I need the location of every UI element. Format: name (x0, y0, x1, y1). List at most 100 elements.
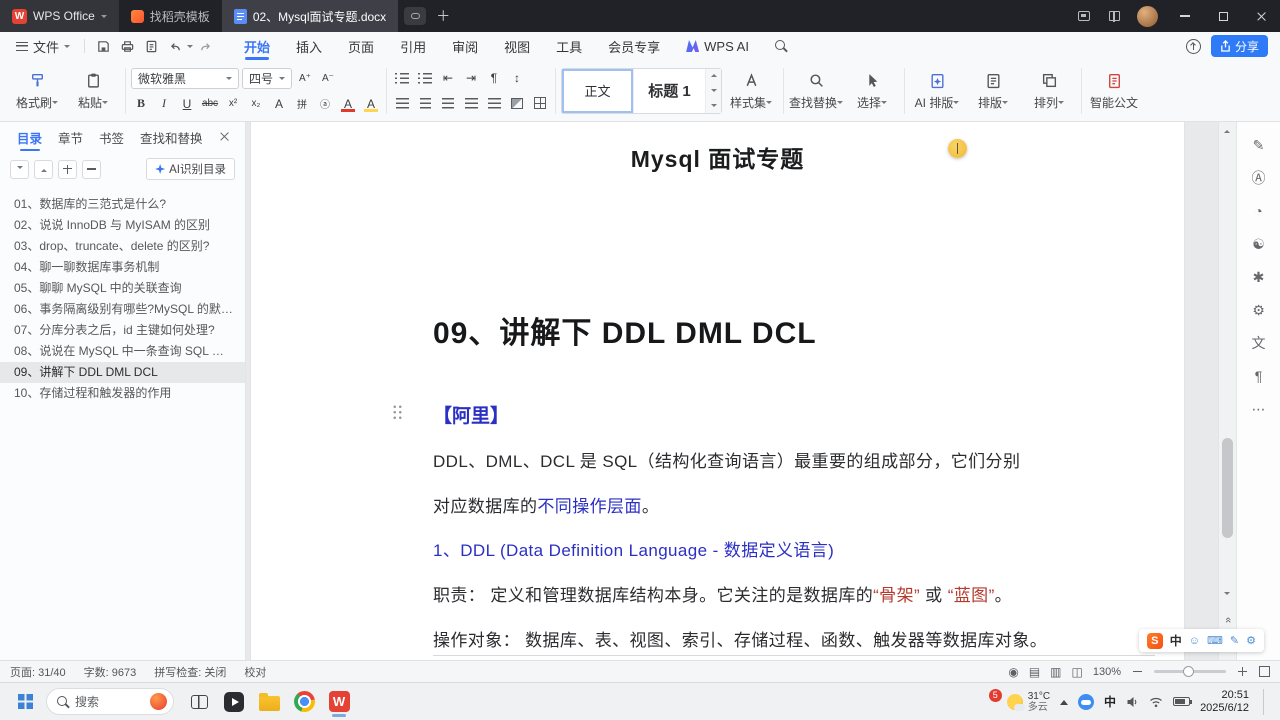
nav-tab-chapters[interactable]: 章节 (51, 122, 90, 152)
outline-item-5[interactable]: 05、聊聊 MySQL 中的关联查询 (0, 278, 245, 299)
web-view-icon[interactable]: ▥ (1050, 665, 1061, 679)
outline-item-3[interactable]: 03、drop、truncate、delete 的区别? (0, 236, 245, 257)
settings-icon[interactable]: ⚙ (1247, 301, 1271, 319)
maximize-button[interactable] (1204, 0, 1242, 32)
increase-font-button[interactable]: A⁺ (295, 68, 315, 88)
gallery-down-icon[interactable] (710, 88, 717, 95)
spellcheck-status[interactable]: 拼写检查: 关闭 (154, 664, 226, 680)
ime-settings-icon[interactable]: ⚙ (1246, 634, 1256, 647)
new-tab-button[interactable]: ＋ (430, 0, 456, 32)
style-body-text[interactable]: 正文 (562, 68, 634, 113)
ribbon-tab-review[interactable]: 审阅 (439, 32, 491, 60)
ribbon-tab-insert[interactable]: 插入 (283, 32, 335, 60)
template-store-tab[interactable]: 找稻壳模板 (119, 0, 222, 32)
gallery-more-icon[interactable] (710, 103, 717, 110)
superscript-button[interactable]: x² (223, 94, 243, 114)
volume-icon[interactable] (1126, 696, 1139, 708)
numbered-list-button[interactable] (415, 68, 435, 88)
ribbon-tab-view[interactable]: 视图 (491, 32, 543, 60)
ai-layout-button[interactable]: AI 排版 (910, 65, 964, 117)
smart-document-button[interactable]: 智能公文 (1087, 65, 1141, 117)
format-painter-button[interactable]: 格式刷 (10, 65, 64, 117)
input-method-indicator[interactable]: 中 (1104, 693, 1116, 710)
edit-pen-icon[interactable]: ✎ (1247, 136, 1271, 154)
font-size-select[interactable]: 四号 (242, 67, 292, 89)
vertical-scrollbar[interactable]: « « (1218, 122, 1236, 660)
outline-item-10[interactable]: 10、存储过程和触发器的作用 (0, 383, 245, 404)
borders-button[interactable] (530, 93, 550, 113)
ribbon-tab-tools[interactable]: 工具 (543, 32, 595, 60)
hidden-icons-chevron[interactable] (1060, 696, 1069, 705)
arrange-button[interactable]: 排列 (1022, 65, 1076, 117)
page-indicator[interactable]: 页面: 31/40 (10, 664, 66, 680)
gallery-up-icon[interactable] (710, 71, 717, 78)
outline-item-6[interactable]: 06、事务隔离级别有哪些?MySQL 的默认... (0, 299, 245, 320)
zoom-in-button[interactable] (1236, 665, 1249, 678)
underline-button[interactable]: U (177, 94, 197, 114)
font-name-select[interactable]: 微软雅黑 (131, 67, 239, 89)
sogou-logo-icon[interactable]: S (1146, 632, 1163, 649)
subscript-button[interactable]: x₂ (246, 94, 266, 114)
italic-button[interactable]: I (154, 94, 174, 114)
shading-button[interactable] (507, 93, 527, 113)
taskbar-search[interactable]: 搜索 (46, 688, 174, 715)
paragraph-drag-handle-icon[interactable] (392, 404, 404, 420)
increase-indent-button[interactable]: ⇥ (461, 68, 481, 88)
ribbon-tab-member[interactable]: 会员专享 (595, 32, 673, 60)
scroll-up-icon[interactable] (1224, 127, 1230, 133)
scrollbar-thumb[interactable] (1222, 438, 1233, 538)
outline-item-2[interactable]: 02、说说 InnoDB 与 MyISAM 的区别 (0, 215, 245, 236)
zoom-slider[interactable] (1154, 666, 1226, 677)
document-page[interactable]: Mysql 面试专题 09、讲解下 DDL DML DCL 【阿里】 DDL、D… (250, 122, 1185, 660)
eye-mode-icon[interactable]: ◉ (1008, 665, 1018, 679)
zoom-in-outline-button[interactable] (58, 159, 77, 179)
task-view-button[interactable] (186, 687, 212, 717)
ai-assistant-icon[interactable]: ✱ (1247, 268, 1271, 286)
paste-button[interactable]: 粘贴 (66, 65, 120, 117)
ribbon-tab-home[interactable]: 开始 (231, 32, 283, 60)
pinyin-button[interactable]: 拼 (292, 94, 312, 114)
expand-all-button[interactable] (10, 159, 29, 179)
style-set-button[interactable]: 样式集 (724, 65, 778, 117)
wps-home-tab[interactable]: W WPS Office (0, 0, 119, 32)
strikethrough-button[interactable]: abc (200, 94, 220, 114)
decrease-font-button[interactable]: A⁻ (318, 68, 338, 88)
bold-button[interactable]: B (131, 94, 151, 114)
layout-button[interactable]: 排版 (966, 65, 1020, 117)
nav-tab-bookmarks[interactable]: 书签 (92, 122, 131, 152)
save-button[interactable] (91, 34, 115, 58)
eye-protection-icon[interactable]: ◔ (1247, 202, 1271, 220)
fullscreen-icon[interactable] (1259, 666, 1270, 677)
window-arrange-icon[interactable] (1069, 0, 1099, 32)
multi-page-view-icon[interactable]: ◫ (1072, 665, 1083, 679)
font-color-button[interactable]: A (338, 94, 358, 114)
zoom-slider-knob[interactable] (1182, 666, 1194, 677)
style-heading-1[interactable]: 标题 1 (634, 68, 706, 113)
outline-item-9[interactable]: 09、讲解下 DDL DML DCL (0, 362, 245, 383)
document-tab[interactable]: 02、Mysql面试专题.docx (221, 0, 399, 32)
nav-tab-find-replace[interactable]: 查找和替换 (133, 122, 210, 152)
outline-item-4[interactable]: 04、聊一聊数据库事务机制 (0, 257, 245, 278)
night-mode-icon[interactable]: ☯ (1247, 235, 1271, 253)
bullet-list-button[interactable] (392, 68, 412, 88)
highlight-color-button[interactable]: A (361, 94, 381, 114)
find-replace-button[interactable]: 查找替换 (789, 65, 844, 117)
clock-widget[interactable]: 20:51 2025/6/12 (1200, 689, 1249, 715)
outline-item-8[interactable]: 08、说说在 MySQL 中一条查询 SQL 是... (0, 341, 245, 362)
ribbon-search[interactable] (762, 32, 800, 60)
align-left-button[interactable] (392, 93, 412, 113)
zoom-out-button[interactable] (1131, 665, 1144, 678)
outline-item-7[interactable]: 07、分库分表之后，id 主键如何处理? (0, 320, 245, 341)
nav-tab-contents[interactable]: 目录 (10, 122, 49, 152)
wps-cloud-icon[interactable] (1078, 693, 1095, 710)
more-tools-icon[interactable]: ⋯ (1247, 400, 1271, 418)
collapse-all-button[interactable] (34, 159, 53, 179)
show-desktop-button[interactable] (1263, 688, 1268, 715)
export-button[interactable] (139, 34, 163, 58)
paragraph-marks-button[interactable]: ¶ (484, 68, 504, 88)
ribbon-tab-page[interactable]: 页面 (335, 32, 387, 60)
ime-mode-indicator[interactable]: 中 (1170, 632, 1182, 649)
print-button[interactable] (115, 34, 139, 58)
handwriting-icon[interactable]: ✎ (1230, 634, 1239, 647)
battery-icon[interactable] (1173, 697, 1193, 706)
